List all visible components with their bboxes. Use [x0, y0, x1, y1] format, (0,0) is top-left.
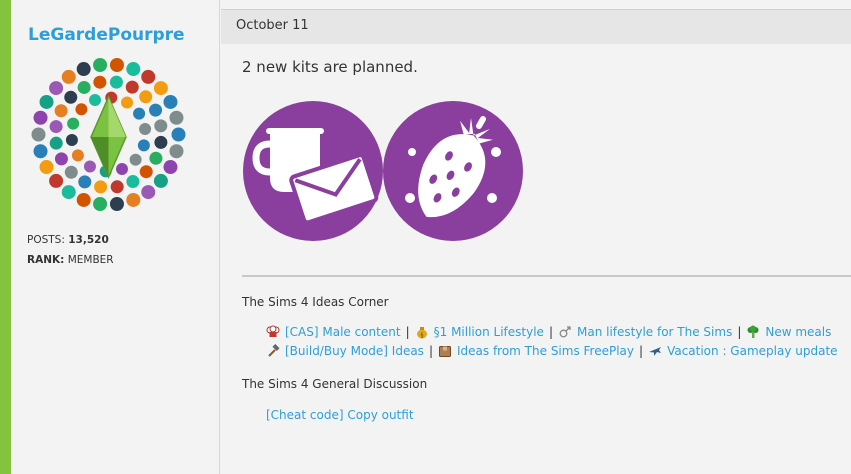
post-content: October 11 2 new kits are planned. The S…: [221, 0, 851, 474]
avatar-badge: [76, 62, 91, 77]
signature-section-title: The Sims 4 General Discussion: [242, 377, 428, 391]
link-build-buy-ideas[interactable]: [Build/Buy Mode] Ideas: [285, 344, 424, 358]
avatar-badge: [71, 149, 84, 162]
post-body-text: 2 new kits are planned.: [242, 58, 418, 76]
avatar-badge: [126, 175, 140, 189]
username-link[interactable]: LeGardePourpre: [28, 25, 185, 45]
post-date: October 11: [236, 18, 309, 33]
avatar-badge: [83, 160, 96, 173]
broccoli-icon: [747, 325, 759, 338]
avatar-badge: [109, 58, 124, 73]
avatar-badge: [93, 58, 108, 73]
avatar-badge: [78, 175, 92, 189]
avatar-badge: [139, 123, 152, 136]
avatar-badge: [163, 160, 178, 175]
avatar-badge: [54, 104, 68, 118]
separator: |: [428, 344, 433, 358]
avatar-badge: [153, 81, 168, 96]
male-symbol-icon: [559, 326, 571, 338]
avatar-badge: [54, 152, 68, 166]
link-man-lifestyle[interactable]: Man lifestyle for The Sims: [577, 325, 732, 339]
separator: |: [548, 325, 553, 339]
avatar-badge: [77, 80, 91, 94]
avatar-badge: [169, 110, 184, 125]
avatar-badge: [137, 139, 150, 152]
link-vacation-update[interactable]: Vacation : Gameplay update: [667, 344, 837, 358]
signature-divider: [242, 275, 851, 277]
avatar-badge: [64, 165, 78, 179]
user-rank: RANK: MEMBER: [27, 254, 114, 266]
avatar[interactable]: [26, 52, 191, 217]
avatar-badge: [110, 180, 124, 194]
avatar-badge: [154, 135, 168, 149]
avatar-badge: [49, 81, 64, 96]
avatar-badge: [93, 196, 108, 211]
avatar-badge: [76, 192, 91, 207]
signature-section-title: The Sims 4 Ideas Corner: [242, 295, 389, 309]
separator: |: [405, 325, 410, 339]
money-bag-icon: §: [416, 327, 427, 339]
avatar-badge: [115, 162, 128, 175]
avatar-badge: [139, 90, 153, 104]
link-cas-male-content[interactable]: [CAS] Male content: [285, 325, 401, 339]
avatar-badge: [49, 120, 63, 134]
link-freeplay-ideas[interactable]: Ideas from The Sims FreePlay: [457, 344, 634, 358]
avatar-badge: [149, 103, 163, 117]
signature-links-row: [CAS] Male content | § §1 Million Lifest…: [266, 325, 831, 339]
post-header: October 11: [221, 10, 851, 44]
hammer-icon: [268, 344, 280, 357]
avatar-badge: [109, 75, 123, 89]
avatar-badge: [109, 196, 124, 211]
separator: |: [737, 325, 742, 339]
avatar-badge: [61, 69, 76, 84]
user-sidebar: LeGardePourpre POSTS: 13,520 RANK: MEMBE…: [11, 0, 220, 474]
avatar-badge: [139, 165, 153, 179]
chef-hat-icon: [266, 325, 280, 337]
airplane-icon: [649, 347, 662, 356]
avatar-badge: [31, 127, 46, 142]
avatar-badge: [49, 136, 63, 150]
box-icon: [438, 346, 451, 357]
kit-icon-strawberry: [383, 101, 523, 241]
link-million-lifestyle[interactable]: §1 Million Lifestyle: [434, 325, 544, 339]
avatar-badge: [163, 94, 178, 109]
avatar-badge: [93, 75, 107, 89]
avatar-badge: [154, 119, 168, 133]
avatar-badge: [33, 110, 48, 125]
link-new-meals[interactable]: New meals: [765, 325, 831, 339]
avatar-badge: [39, 160, 54, 175]
avatar-badge: [141, 185, 156, 200]
separator: |: [639, 344, 644, 358]
post-top-border: [221, 0, 851, 10]
avatar-badge: [49, 173, 64, 188]
accent-strip: [0, 0, 11, 474]
avatar-badge: [33, 144, 48, 159]
avatar-badge: [67, 117, 80, 130]
avatar-badge: [171, 127, 186, 142]
avatar-badge: [121, 96, 134, 109]
avatar-badge: [94, 180, 108, 194]
avatar-badge: [153, 173, 168, 188]
signature-links-row: [Build/Buy Mode] Ideas | Ideas from The …: [266, 344, 838, 358]
avatar-badge: [149, 151, 163, 165]
avatar-badge: [64, 90, 78, 104]
avatar-badge: [129, 153, 142, 166]
avatar-badge: [65, 133, 78, 146]
signature-links-row: [Cheat code] Copy outfit: [266, 408, 414, 422]
avatar-badge: [39, 94, 54, 109]
kit-icon-mug-envelope: [243, 101, 383, 241]
avatar-badge: [126, 62, 141, 77]
avatar-badge: [61, 185, 76, 200]
link-cheat-code-copy-outfit[interactable]: [Cheat code] Copy outfit: [266, 408, 414, 422]
avatar-badge: [133, 107, 146, 120]
avatar-badge: [126, 192, 141, 207]
avatar-badge: [89, 94, 102, 107]
post-count: POSTS: 13,520: [27, 234, 109, 246]
avatar-badge: [75, 103, 88, 116]
svg-text:§: §: [420, 332, 423, 339]
avatar-badge: [169, 144, 184, 159]
avatar-badge: [141, 69, 156, 84]
avatar-badge: [125, 80, 139, 94]
